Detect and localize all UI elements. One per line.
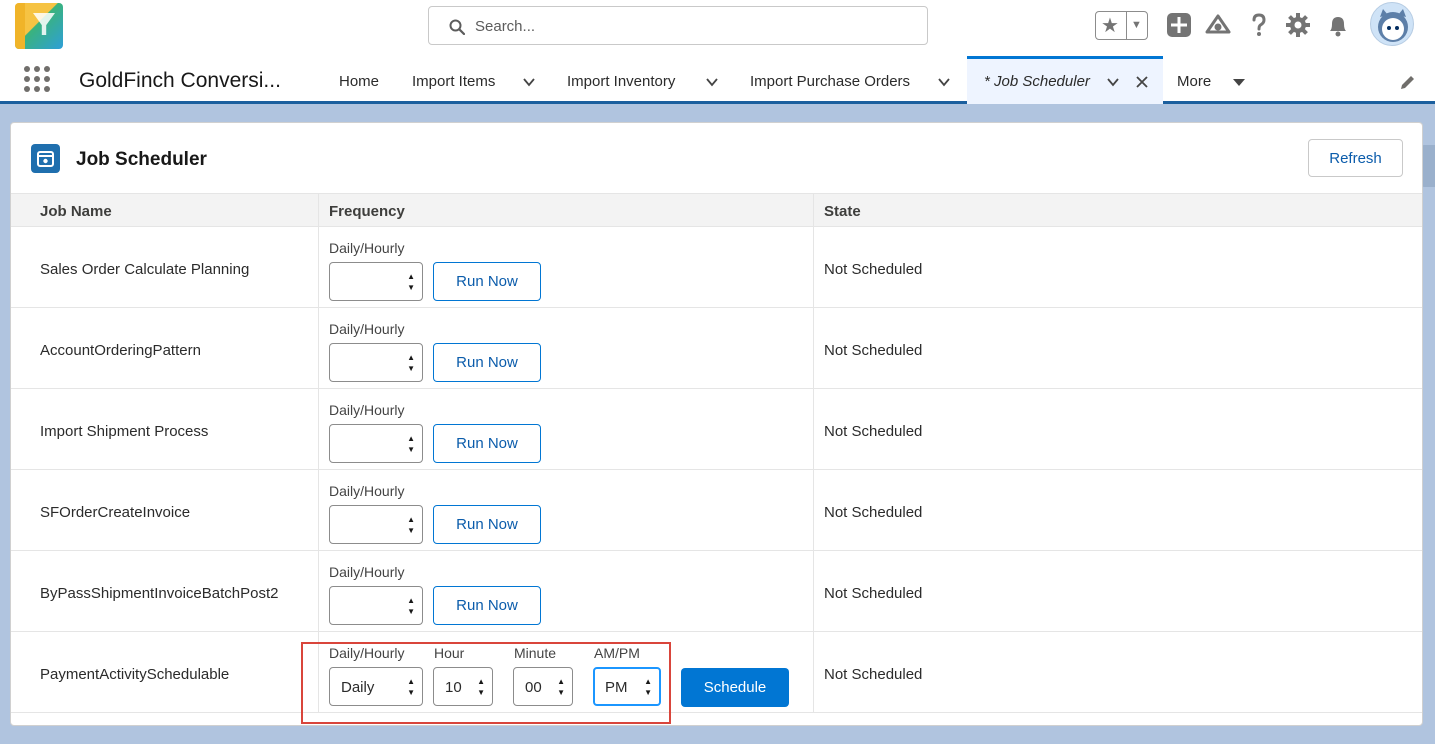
spinner-arrows-icon: ▲ ▼ bbox=[407, 515, 415, 535]
table-header: Job Name Frequency State bbox=[11, 193, 1422, 227]
job-state: Not Scheduled bbox=[824, 342, 923, 359]
chevron-down-icon[interactable] bbox=[522, 75, 536, 89]
logo-bar bbox=[15, 3, 25, 49]
frequency-select[interactable]: ▲ ▼ bbox=[329, 424, 423, 463]
spinner-arrows-icon: ▲ ▼ bbox=[407, 434, 415, 454]
global-header: ★ ▼ bbox=[0, 0, 1435, 56]
add-icon[interactable] bbox=[1166, 12, 1192, 38]
job-state: Not Scheduled bbox=[824, 423, 923, 440]
nav-more-menu[interactable]: More bbox=[1163, 56, 1263, 104]
nav-tab-label: Home bbox=[339, 73, 380, 90]
table-row: AccountOrderingPattern Daily/Hourly ▲ ▼ R… bbox=[11, 308, 1422, 389]
job-state: Not Scheduled bbox=[824, 261, 923, 278]
column-header-frequency: Frequency bbox=[329, 203, 405, 220]
column-header-job-name: Job Name bbox=[40, 203, 112, 220]
highlight-annotation-box bbox=[301, 642, 671, 724]
schedule-button[interactable]: Schedule bbox=[681, 668, 789, 707]
chevron-down-icon[interactable] bbox=[705, 75, 719, 89]
run-now-button[interactable]: Run Now bbox=[433, 424, 541, 463]
search-input[interactable] bbox=[475, 15, 915, 37]
job-name: SFOrderCreateInvoice bbox=[40, 504, 191, 521]
nav-tab-home[interactable]: Home bbox=[323, 56, 398, 104]
star-icon: ★ bbox=[1101, 15, 1119, 37]
run-now-button[interactable]: Run Now bbox=[433, 586, 541, 625]
frequency-select[interactable]: ▲ ▼ bbox=[329, 586, 423, 625]
run-now-button[interactable]: Run Now bbox=[433, 343, 541, 382]
app-nav-bar: GoldFinch Conversi... Home Import Items … bbox=[0, 56, 1435, 104]
job-name: PaymentActivitySchedulable bbox=[40, 666, 230, 683]
favorites-divider bbox=[1126, 12, 1127, 39]
job-name: Sales Order Calculate Planning bbox=[40, 261, 250, 278]
frequency-label: Daily/Hourly bbox=[329, 564, 405, 580]
chevron-down-icon[interactable]: ▼ bbox=[1131, 19, 1142, 31]
frequency-select[interactable]: ▲ ▼ bbox=[329, 343, 423, 382]
app-name: GoldFinch Conversi... bbox=[79, 69, 281, 92]
edit-pencil-icon[interactable] bbox=[1399, 73, 1417, 91]
global-search[interactable] bbox=[428, 6, 928, 45]
job-state: Not Scheduled bbox=[824, 585, 923, 602]
help-icon[interactable] bbox=[1246, 12, 1272, 38]
notifications-bell-icon[interactable] bbox=[1325, 12, 1351, 38]
search-icon bbox=[449, 19, 465, 35]
spinner-arrows-icon: ▲ ▼ bbox=[407, 272, 415, 292]
page-title: Job Scheduler bbox=[76, 149, 207, 170]
astro-avatar-icon bbox=[1378, 9, 1408, 42]
caret-down-icon[interactable] bbox=[1232, 75, 1246, 89]
calendar-icon bbox=[31, 144, 60, 173]
funnel-icon bbox=[33, 13, 55, 35]
chevron-down-icon[interactable] bbox=[1106, 75, 1120, 89]
nav-tab-label: Import Purchase Orders bbox=[750, 73, 911, 90]
job-scheduler-card: Job Scheduler Refresh Job Name Frequency… bbox=[10, 122, 1423, 726]
trailhead-icon[interactable] bbox=[1205, 12, 1231, 38]
run-now-button[interactable]: Run Now bbox=[433, 262, 541, 301]
table-row: ByPassShipmentInvoiceBatchPost2 Daily/Ho… bbox=[11, 551, 1422, 632]
nav-tab-label: * Job Scheduler bbox=[984, 73, 1090, 90]
frequency-label: Daily/Hourly bbox=[329, 321, 405, 337]
app-launcher-icon[interactable] bbox=[24, 66, 52, 94]
nav-tab-label: Import Inventory bbox=[567, 73, 676, 90]
favorites-button[interactable]: ★ ▼ bbox=[1095, 11, 1148, 40]
table-row: Sales Order Calculate Planning Daily/Hou… bbox=[11, 227, 1422, 308]
frequency-label: Daily/Hourly bbox=[329, 483, 405, 499]
column-header-state: State bbox=[824, 203, 861, 220]
job-name: Import Shipment Process bbox=[40, 423, 209, 440]
nav-tab-import-items[interactable]: Import Items bbox=[398, 56, 553, 104]
job-state: Not Scheduled bbox=[824, 666, 923, 683]
refresh-button[interactable]: Refresh bbox=[1308, 139, 1403, 177]
nav-tab-label: More bbox=[1177, 73, 1212, 90]
nav-tab-job-scheduler[interactable]: * Job Scheduler bbox=[967, 56, 1163, 104]
spinner-arrows-icon: ▲ ▼ bbox=[407, 353, 415, 373]
nav-tab-import-inventory[interactable]: Import Inventory bbox=[553, 56, 736, 104]
job-name: AccountOrderingPattern bbox=[40, 342, 201, 359]
nav-tab-label: Import Items bbox=[412, 73, 496, 90]
spinner-arrows-icon: ▲ ▼ bbox=[407, 596, 415, 616]
app-logo[interactable] bbox=[15, 3, 63, 49]
nav-tab-import-purchase-orders[interactable]: Import Purchase Orders bbox=[736, 56, 967, 104]
user-avatar[interactable] bbox=[1370, 2, 1414, 46]
job-name: ByPassShipmentInvoiceBatchPost2 bbox=[40, 585, 279, 602]
table-row: SFOrderCreateInvoice Daily/Hourly ▲ ▼ Run… bbox=[11, 470, 1422, 551]
table-row: PaymentActivitySchedulable Daily/Hourly … bbox=[11, 632, 1422, 713]
frequency-select[interactable]: ▲ ▼ bbox=[329, 262, 423, 301]
setup-gear-icon[interactable] bbox=[1285, 12, 1311, 38]
frequency-select[interactable]: ▲ ▼ bbox=[329, 505, 423, 544]
frequency-label: Daily/Hourly bbox=[329, 240, 405, 256]
job-state: Not Scheduled bbox=[824, 504, 923, 521]
table-row: Import Shipment Process Daily/Hourly ▲ ▼ … bbox=[11, 389, 1422, 470]
frequency-label: Daily/Hourly bbox=[329, 402, 405, 418]
close-icon[interactable] bbox=[1135, 75, 1149, 89]
chevron-down-icon[interactable] bbox=[937, 75, 951, 89]
run-now-button[interactable]: Run Now bbox=[433, 505, 541, 544]
